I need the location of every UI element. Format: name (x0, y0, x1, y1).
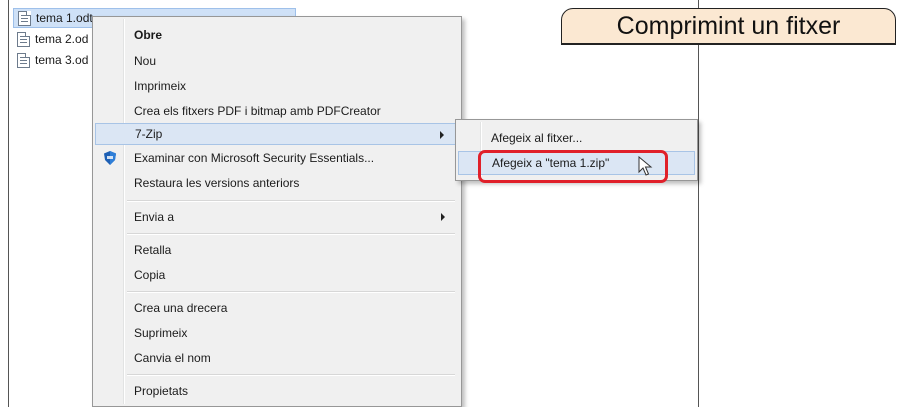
menu-item-pdfcreator[interactable]: Crea els fitxers PDF i bitmap amb PDFCre… (95, 100, 459, 122)
menu-item-label: Envia a (134, 210, 175, 224)
context-menu: Obre Nou Imprimeix Crea els fitxers PDF … (92, 16, 462, 407)
menu-item-envia-a[interactable]: Envia a (95, 206, 459, 228)
menu-item-label: Crea els fitxers PDF i bitmap amb PDFCre… (134, 104, 381, 118)
menu-item-imprimeix[interactable]: Imprimeix (95, 75, 459, 97)
title-banner-text: Comprimint un fitxer (616, 11, 841, 40)
menu-item-label: Propietats (134, 384, 189, 398)
menu-separator (127, 374, 455, 376)
document-icon (17, 31, 30, 47)
menu-item-nou[interactable]: Nou (95, 50, 459, 72)
menu-item-label: Nou (134, 54, 157, 68)
menu-item-obre[interactable]: Obre (95, 24, 459, 46)
mouse-cursor-icon (638, 156, 653, 176)
menu-item-label: Examinar con Microsoft Security Essentia… (134, 151, 375, 165)
submenu-item-afegeix-fitxer[interactable]: Afegeix al fitxer... (458, 126, 695, 150)
menu-item-label: Restaura les versions anteriors (134, 176, 300, 190)
menu-separator (127, 233, 455, 235)
menu-item-propietats[interactable]: Propietats (95, 380, 459, 402)
menu-separator (127, 291, 455, 293)
title-banner-underline (561, 43, 896, 45)
shield-icon (104, 151, 116, 165)
menu-item-security-essentials[interactable]: Examinar con Microsoft Security Essentia… (95, 147, 459, 169)
submenu-arrow-icon (441, 213, 445, 221)
menu-item-label: Copia (134, 268, 166, 282)
menu-item-7zip[interactable]: 7-Zip (95, 123, 459, 145)
document-icon (18, 10, 31, 26)
menu-item-label: Canvia el nom (134, 351, 211, 365)
submenu-item-label: Afegeix al fitxer... (491, 131, 583, 145)
menu-item-crea-drecera[interactable]: Crea una drecera (95, 297, 459, 319)
window-border-left (8, 0, 9, 407)
menu-item-canvia-nom[interactable]: Canvia el nom (95, 347, 459, 369)
menu-item-label: Imprimeix (134, 79, 187, 93)
menu-separator (127, 200, 455, 202)
submenu-arrow-icon (440, 131, 444, 139)
file-name: tema 3.od (35, 53, 89, 67)
menu-item-label: Retalla (134, 243, 172, 257)
document-icon (17, 52, 30, 68)
menu-item-label: 7-Zip (135, 127, 163, 141)
menu-item-label: Obre (134, 28, 163, 42)
menu-item-copia[interactable]: Copia (95, 264, 459, 286)
menu-item-retalla[interactable]: Retalla (95, 239, 459, 261)
menu-item-label: Suprimeix (134, 326, 188, 340)
file-name: tema 1.odt (36, 11, 93, 25)
window-border-right (698, 0, 699, 407)
file-name: tema 2.od (35, 32, 89, 46)
menu-item-suprimeix[interactable]: Suprimeix (95, 322, 459, 344)
menu-item-label: Crea una drecera (134, 301, 228, 315)
menu-item-restaura[interactable]: Restaura les versions anteriors (95, 172, 459, 194)
title-banner: Comprimint un fitxer (561, 8, 896, 44)
